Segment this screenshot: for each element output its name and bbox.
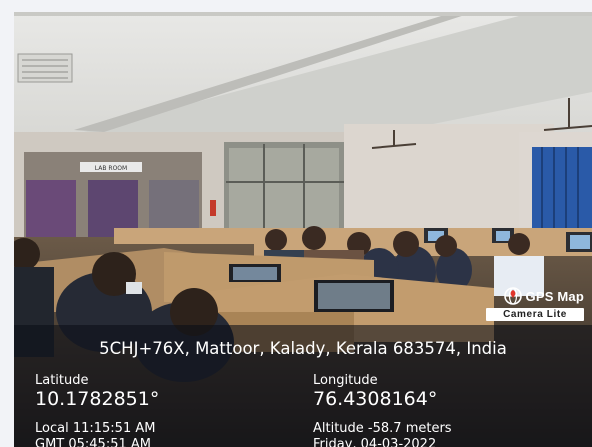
gmt-time: GMT 05:45:51 AM — [35, 437, 151, 447]
local-time: Local 11:15:51 AM — [35, 421, 156, 436]
gps-brand-subtitle: Camera Lite — [486, 308, 584, 321]
latitude-block: Latitude 10.1782851° — [35, 373, 159, 410]
address-text: 5CHJ+76X, Mattoor, Kalady, Kerala 683574… — [99, 339, 507, 358]
longitude-block: Longitude 76.4308164° — [313, 373, 437, 410]
date-text: Friday, 04-03-2022 — [313, 437, 437, 447]
latitude-label: Latitude — [35, 373, 89, 388]
lab-photo: LAB ROOM GPS Map Camera Lite 5CHJ+76X, M… — [14, 12, 592, 447]
globe-icon — [503, 287, 522, 305]
gps-map-badge: GPS Map Camera Lite — [486, 286, 584, 328]
altitude-text: Altitude -58.7 meters — [313, 421, 452, 436]
altitude-date-block: Altitude -58.7 meters Friday, 04-03-2022 — [313, 421, 452, 447]
longitude-value: 76.4308164° — [313, 388, 438, 410]
wall-sign: LAB ROOM — [95, 165, 127, 172]
time-block: Local 11:15:51 AM GMT 05:45:51 AM — [35, 421, 155, 447]
gps-brand-name: GPS Map — [525, 288, 584, 304]
latitude-value: 10.1782851° — [35, 388, 160, 410]
longitude-label: Longitude — [313, 373, 378, 388]
geotag-overlay: 5CHJ+76X, Mattoor, Kalady, Kerala 683574… — [14, 325, 592, 447]
